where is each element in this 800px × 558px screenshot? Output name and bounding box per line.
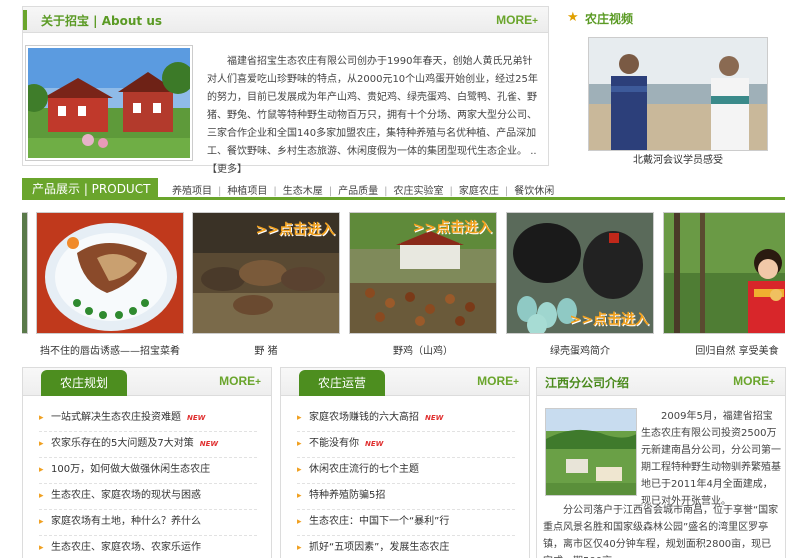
jiangxi-text: 2009年5月，福建省招宝生态农庄有限公司投资2500万元新建南昌分公司，分公司… bbox=[641, 411, 781, 507]
gallery-item-boar[interactable]: >>点击进入 野 猪 bbox=[192, 212, 340, 357]
operation-more-link[interactable]: MORE+ bbox=[477, 374, 519, 388]
gallery-caption[interactable]: 绿壳蛋鸡简介 bbox=[506, 342, 654, 357]
gallery-item-pheasant[interactable]: >>点击进入 野鸡（山鸡） bbox=[349, 212, 497, 357]
enter-link[interactable]: >>点击进入 bbox=[413, 217, 492, 237]
jiangxi-more-link[interactable]: MORE+ bbox=[733, 374, 775, 388]
gallery-item-green-egg-chicken[interactable]: >>点击进入 绿壳蛋鸡简介 bbox=[506, 212, 654, 357]
jiangxi-text-2: 分公司落户于江西省会城市南昌，位于享誉“国家重点风景名胜和国家级森林公园”盛名的… bbox=[543, 505, 779, 558]
about-section: 关于招宝 | About us MORE+ 福建省招宝生态农庄有限公司创办于19… bbox=[20, 6, 549, 175]
planning-box: 农庄规划 MORE+ 一站式解决生态农庄投资难题NEW 农家乐存在的5大问题及7… bbox=[22, 367, 272, 558]
jiangxi-box: 江西分公司介绍 MORE+ 2009年5月，福建省招宝生态农庄有限公司投资250… bbox=[536, 367, 786, 558]
product-tab[interactable]: 产品展示 | PRODUCT bbox=[22, 178, 158, 200]
gallery-caption[interactable]: 挡不住的唇齿诱惑——招宝菜肴 bbox=[36, 342, 184, 357]
enter-link[interactable]: >>点击进入 bbox=[570, 309, 649, 329]
about-text: 福建省招宝生态农庄有限公司创办于1990年春天，创始人黄氏兄弟针对人们喜爱吃山珍… bbox=[207, 53, 542, 179]
about-body: 福建省招宝生态农庄有限公司创办于1990年春天，创始人黄氏兄弟针对人们喜爱吃山珍… bbox=[207, 56, 538, 157]
operation-box: 农庄运营 MORE+ 家庭农场赚钱的六大高招NEW 不能没有你NEW 休闲农庄流… bbox=[280, 367, 530, 558]
video-title: 农庄视频 bbox=[585, 12, 634, 26]
jiangxi-photo[interactable] bbox=[545, 408, 637, 496]
jiangxi-title: 江西分公司介绍 bbox=[545, 376, 630, 390]
jiangxi-header: 江西分公司介绍 MORE+ bbox=[537, 368, 785, 396]
list-item[interactable]: 休闲农庄流行的七个主题 bbox=[297, 458, 515, 484]
nav-planting[interactable]: 种植项目 bbox=[227, 186, 267, 197]
gallery-caption[interactable]: 回归自然 享受美食 bbox=[663, 342, 785, 357]
chicken-photo: >>点击进入 bbox=[506, 212, 654, 334]
video-thumbnail[interactable] bbox=[588, 37, 768, 151]
list-item[interactable]: 农家乐存在的5大问题及7大对策NEW bbox=[39, 432, 257, 458]
product-gallery: 挡不住的唇齿诱惑——招宝菜肴 >>点击进入 野 猪 >>点击进入 野鸡（山鸡） … bbox=[22, 212, 785, 357]
gallery-caption[interactable]: 野 猪 bbox=[192, 342, 340, 357]
gallery-item-nature[interactable]: 回归自然 享受美食 bbox=[663, 212, 785, 357]
list-item[interactable]: 不能没有你NEW bbox=[297, 432, 515, 458]
dish-photo bbox=[36, 212, 184, 334]
list-item[interactable]: 生态农庄、家庭农场、农家乐运作 bbox=[39, 536, 257, 558]
gallery-item-dish[interactable]: 挡不住的唇齿诱惑——招宝菜肴 bbox=[36, 212, 184, 357]
gallery-caption[interactable]: 野鸡（山鸡） bbox=[349, 342, 497, 357]
gallery-item-partial[interactable] bbox=[22, 212, 28, 334]
pheasant-photo: >>点击进入 bbox=[349, 212, 497, 334]
new-badge: NEW bbox=[187, 414, 206, 422]
list-item[interactable]: 抓好“五项因素”，发展生态农庄 bbox=[297, 536, 515, 558]
nature-photo bbox=[663, 212, 785, 334]
about-photo[interactable] bbox=[20, 45, 194, 161]
operation-title: 农庄运营 bbox=[299, 370, 385, 396]
star-icon: ★ bbox=[567, 10, 579, 25]
nav-lab[interactable]: 农庄实验室 bbox=[394, 186, 444, 197]
about-header-bar bbox=[23, 10, 27, 30]
nav-quality[interactable]: 产品质量 bbox=[338, 186, 378, 197]
list-item[interactable]: 生态农庄：中国下一个“暴利”行 bbox=[297, 510, 515, 536]
list-item[interactable]: 100万，如何做大做强休闲生态农庄 bbox=[39, 458, 257, 484]
video-header: ★ 农庄视频 bbox=[567, 10, 777, 27]
planning-title: 农庄规划 bbox=[41, 370, 127, 396]
operation-list: 家庭农场赚钱的六大高招NEW 不能没有你NEW 休闲农庄流行的七个主题 特种养殖… bbox=[281, 396, 529, 558]
planning-more-link[interactable]: MORE+ bbox=[219, 374, 261, 388]
nav-breeding[interactable]: 养殖项目 bbox=[172, 186, 212, 197]
nav-dining[interactable]: 餐饮休闲 bbox=[514, 186, 554, 197]
about-header: 关于招宝 | About us MORE+ bbox=[23, 7, 548, 33]
product-nav: 养殖项目 | 种植项目 | 生态木屋 | 产品质量 | 农庄实验室 | 家庭农庄 | 餐饮休闲 bbox=[172, 186, 555, 197]
nav-family-farm[interactable]: 家庭农庄 bbox=[459, 186, 499, 197]
planning-list: 一站式解决生态农庄投资难题NEW 农家乐存在的5大问题及7大对策NEW 100万… bbox=[23, 396, 271, 558]
new-badge: NEW bbox=[365, 440, 384, 448]
boar-photo: >>点击进入 bbox=[192, 212, 340, 334]
enter-link[interactable]: >>点击进入 bbox=[256, 219, 335, 239]
list-item[interactable]: 生态农庄、家庭农场的现状与困惑 bbox=[39, 484, 257, 510]
about-more-link[interactable]: MORE+ bbox=[496, 13, 538, 27]
new-badge: NEW bbox=[199, 440, 219, 448]
nav-wooden-house[interactable]: 生态木屋 bbox=[283, 186, 323, 197]
list-item[interactable]: 家庭农场赚钱的六大高招NEW bbox=[297, 406, 515, 432]
about-title: 关于招宝 | About us bbox=[41, 14, 163, 28]
list-item[interactable]: 家庭农场有土地，种什么？养什么 bbox=[39, 510, 257, 536]
video-caption: 北戴河会议学员感受 bbox=[633, 155, 723, 166]
list-item[interactable]: 特种养殖防骗5招 bbox=[297, 484, 515, 510]
operation-header: 农庄运营 MORE+ bbox=[281, 368, 529, 396]
new-badge: NEW bbox=[425, 414, 444, 422]
list-item[interactable]: 一站式解决生态农庄投资难题NEW bbox=[39, 406, 257, 432]
product-bar: 产品展示 | PRODUCT 养殖项目 | 种植项目 | 生态木屋 | 产品质量 | 农庄实验室… bbox=[22, 178, 785, 200]
planning-header: 农庄规划 MORE+ bbox=[23, 368, 271, 396]
